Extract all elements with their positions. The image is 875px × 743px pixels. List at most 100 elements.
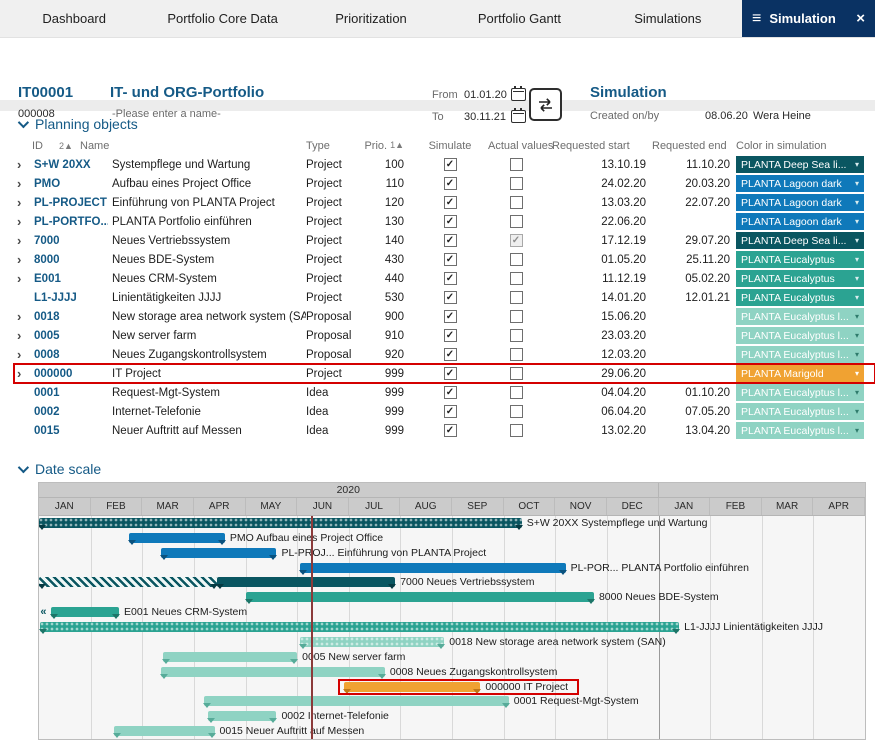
table-row[interactable]: 0001Request-Mgt-SystemIdea99904.04.2001.…: [14, 383, 875, 402]
actual-values-checkbox[interactable]: [510, 253, 523, 266]
calendar-icon[interactable]: [511, 110, 526, 123]
from-date-value[interactable]: 01.01.20: [464, 89, 507, 101]
nav-tab-prioritization[interactable]: Prioritization: [297, 0, 445, 37]
color-in-simulation-select[interactable]: PLANTA Eucalyptus▾: [736, 289, 864, 306]
row-expander-icon[interactable]: ›: [14, 196, 30, 209]
gantt-bar[interactable]: [40, 622, 679, 632]
color-in-simulation-select[interactable]: PLANTA Eucalyptus l...▾: [736, 422, 864, 439]
table-row[interactable]: ›0008Neues ZugangskontrollsystemProposal…: [14, 345, 875, 364]
table-row[interactable]: ›PL-PROJECTEinführung von PLANTA Project…: [14, 193, 875, 212]
row-expander-icon[interactable]: ›: [14, 253, 30, 266]
column-header-simulate[interactable]: Simulate: [412, 140, 488, 152]
color-in-simulation-select[interactable]: PLANTA Lagoon dark▾: [736, 213, 864, 230]
calendar-icon[interactable]: [511, 88, 526, 101]
table-row[interactable]: 0002Internet-TelefonieIdea99906.04.2007.…: [14, 402, 875, 421]
gantt-bar[interactable]: [300, 563, 566, 573]
simulate-checkbox[interactable]: [444, 158, 457, 171]
simulate-checkbox[interactable]: [444, 196, 457, 209]
column-header-actual-values[interactable]: Actual values: [488, 140, 544, 152]
table-row[interactable]: ›E001Neues CRM-SystemProject44011.12.190…: [14, 269, 875, 288]
simulate-checkbox[interactable]: [444, 405, 457, 418]
refresh-button[interactable]: [529, 88, 562, 121]
color-in-simulation-select[interactable]: PLANTA Eucalyptus l...▾: [736, 308, 864, 325]
column-header-requested-end[interactable]: Requested end: [652, 140, 736, 152]
actual-values-checkbox[interactable]: [510, 272, 523, 285]
gantt-bar[interactable]: [204, 696, 509, 706]
table-row[interactable]: ›8000Neues BDE-SystemProject43001.05.202…: [14, 250, 875, 269]
actual-values-checkbox[interactable]: [510, 386, 523, 399]
row-expander-icon[interactable]: ›: [14, 177, 30, 190]
color-in-simulation-select[interactable]: PLANTA Deep Sea li...▾: [736, 156, 864, 173]
gantt-bar[interactable]: [246, 592, 594, 602]
simulate-checkbox[interactable]: [444, 310, 457, 323]
gantt-bar[interactable]: [39, 518, 522, 528]
close-icon[interactable]: ×: [856, 11, 865, 26]
color-in-simulation-select[interactable]: PLANTA Lagoon dark▾: [736, 175, 864, 192]
actual-values-checkbox[interactable]: [510, 215, 523, 228]
color-in-simulation-select[interactable]: PLANTA Lagoon dark▾: [736, 194, 864, 211]
menu-icon[interactable]: ≡: [752, 11, 761, 27]
table-row[interactable]: ›S+W 20XXSystempflege und WartungProject…: [14, 155, 875, 174]
color-in-simulation-select[interactable]: PLANTA Marigold▾: [736, 365, 864, 382]
row-expander-icon[interactable]: ›: [14, 158, 30, 171]
row-expander-icon[interactable]: ›: [14, 272, 30, 285]
tab-simulation-active[interactable]: ≡ Simulation ×: [742, 0, 875, 37]
actual-values-checkbox[interactable]: [510, 196, 523, 209]
column-header-prio[interactable]: Prio. 1▲: [364, 140, 412, 152]
table-row[interactable]: ›000000IT ProjectProject99929.06.20PLANT…: [14, 364, 875, 383]
collapse-chevron-icon[interactable]: [18, 462, 29, 473]
table-row[interactable]: ›0005New server farmProposal91023.03.20P…: [14, 326, 875, 345]
nav-tab-portfolio-core-data[interactable]: Portfolio Core Data: [148, 0, 296, 37]
gantt-bar[interactable]: [163, 652, 297, 662]
table-row[interactable]: ›PL-PORTFO...PLANTA Portfolio einführenP…: [14, 212, 875, 231]
color-in-simulation-select[interactable]: PLANTA Eucalyptus▾: [736, 270, 864, 287]
simulate-checkbox[interactable]: [444, 253, 457, 266]
gantt-bar[interactable]: [39, 577, 217, 587]
table-row[interactable]: ›0018New storage area network system (SA…: [14, 307, 875, 326]
actual-values-checkbox[interactable]: [510, 348, 523, 361]
actual-values-checkbox[interactable]: [510, 177, 523, 190]
actual-values-checkbox[interactable]: [510, 329, 523, 342]
actual-values-checkbox[interactable]: [510, 367, 523, 380]
simulate-checkbox[interactable]: [444, 367, 457, 380]
date-scale-section-header[interactable]: Date scale: [0, 456, 875, 482]
actual-values-checkbox[interactable]: [510, 405, 523, 418]
color-in-simulation-select[interactable]: PLANTA Eucalyptus l...▾: [736, 403, 864, 420]
color-in-simulation-select[interactable]: PLANTA Eucalyptus l...▾: [736, 346, 864, 363]
color-in-simulation-select[interactable]: PLANTA Deep Sea li...▾: [736, 232, 864, 249]
actual-values-checkbox[interactable]: [510, 158, 523, 171]
table-row[interactable]: ›7000Neues VertriebssystemProject14017.1…: [14, 231, 875, 250]
table-row[interactable]: 0015Neuer Auftritt auf MessenIdea99913.0…: [14, 421, 875, 440]
simulate-checkbox[interactable]: [444, 329, 457, 342]
gantt-bar[interactable]: [161, 548, 276, 558]
row-expander-icon[interactable]: ›: [14, 329, 30, 342]
simulate-checkbox[interactable]: [444, 215, 457, 228]
column-header-type[interactable]: Type: [306, 140, 364, 152]
color-in-simulation-select[interactable]: PLANTA Eucalyptus▾: [736, 251, 864, 268]
simulate-checkbox[interactable]: [444, 234, 457, 247]
actual-values-checkbox[interactable]: [510, 424, 523, 437]
column-header-name[interactable]: Name: [80, 140, 306, 152]
gantt-bar[interactable]: [217, 577, 395, 587]
color-in-simulation-select[interactable]: PLANTA Eucalyptus l...▾: [736, 384, 864, 401]
simulate-checkbox[interactable]: [444, 291, 457, 304]
simulate-checkbox[interactable]: [444, 424, 457, 437]
portfolio-name-placeholder[interactable]: -Please enter a name-: [112, 108, 221, 120]
simulate-checkbox[interactable]: [444, 386, 457, 399]
gantt-bar[interactable]: [161, 667, 385, 677]
gantt-bar[interactable]: [129, 533, 225, 543]
gantt-bar[interactable]: [208, 711, 277, 721]
row-expander-icon[interactable]: ›: [14, 367, 30, 380]
color-in-simulation-select[interactable]: PLANTA Eucalyptus l...▾: [736, 327, 864, 344]
column-header-color-in-simulation[interactable]: Color in simulation: [736, 140, 864, 152]
simulate-checkbox[interactable]: [444, 272, 457, 285]
nav-tab-dashboard[interactable]: Dashboard: [0, 0, 148, 37]
nav-tab-portfolio-gantt[interactable]: Portfolio Gantt: [445, 0, 593, 37]
table-row[interactable]: ›PMOAufbau eines Project OfficeProject11…: [14, 174, 875, 193]
simulate-checkbox[interactable]: [444, 348, 457, 361]
column-header-requested-start[interactable]: Requested start: [544, 140, 652, 152]
nav-tab-simulations[interactable]: Simulations: [594, 0, 742, 37]
row-expander-icon[interactable]: ›: [14, 348, 30, 361]
simulate-checkbox[interactable]: [444, 177, 457, 190]
table-row[interactable]: L1-JJJJLinientätigkeiten JJJJProject5301…: [14, 288, 875, 307]
